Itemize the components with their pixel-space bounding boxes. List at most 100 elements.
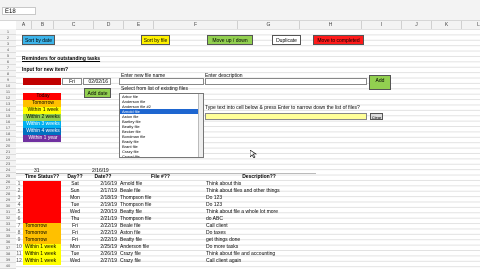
cell-desc[interactable]: Think about files and other things — [204, 188, 314, 195]
cell-date[interactable]: 2/17/19 — [89, 188, 117, 195]
cell-desc[interactable]: Do 123 — [204, 202, 314, 209]
cell-date[interactable]: 2/27/19 — [89, 258, 117, 265]
table-row[interactable]: 5 Wed 2/20/19 Beatty file Think about file a… — [16, 209, 326, 216]
cell-day[interactable]: Fri — [62, 230, 88, 237]
cell-status[interactable] — [23, 202, 61, 209]
cell-num[interactable]: 1 — [16, 181, 22, 188]
cell-file[interactable]: Beale file — [118, 223, 203, 230]
file-list-item[interactable]: Crowd file — [120, 154, 203, 157]
cell-file[interactable]: Beale file — [118, 188, 203, 195]
cell-desc[interactable]: Think about file and accounting — [204, 251, 314, 258]
column-header-J[interactable]: J — [402, 21, 432, 29]
column-header-D[interactable]: D — [94, 21, 124, 29]
cell-day[interactable]: Sat — [62, 181, 88, 188]
table-row[interactable]: 9 Tomorrow Fri 2/22/19 Beatty file get things… — [16, 237, 326, 244]
cell-status[interactable]: Tomorrow — [23, 230, 61, 237]
column-header-E[interactable]: E — [124, 21, 154, 29]
new-file-name-input[interactable] — [119, 78, 204, 85]
cell-desc[interactable]: Think about file a whole lot more — [204, 209, 314, 216]
cell-day[interactable]: Wed — [62, 258, 88, 265]
cell-date[interactable]: 2/20/19 — [89, 209, 117, 216]
cell-status[interactable]: Tomorrow — [23, 223, 61, 230]
cell-date[interactable]: 2/18/19 — [89, 195, 117, 202]
cell-num[interactable]: 5 — [16, 209, 22, 216]
column-header-G[interactable]: G — [238, 21, 300, 29]
cell-status[interactable]: Within 1 week — [23, 244, 61, 251]
table-row[interactable]: 4 Tue 2/19/19 Thompson file Do 123 — [16, 202, 326, 209]
cell-date[interactable]: 2/26/19 — [89, 251, 117, 258]
cell-date[interactable]: 2/25/19 — [89, 244, 117, 251]
cell-date[interactable]: 2/22/19 — [89, 230, 117, 237]
cell-day[interactable]: Sun — [62, 188, 88, 195]
cell-desc[interactable]: get things done — [204, 237, 314, 244]
cell-num[interactable]: 9 — [16, 237, 22, 244]
cell-date[interactable]: 2/22/19 — [89, 237, 117, 244]
table-row[interactable]: 6 Thu 2/21/19 Thompson file do ABC — [16, 216, 326, 223]
cell-status[interactable]: Tomorrow — [23, 237, 61, 244]
column-header-B[interactable]: B — [32, 21, 54, 29]
cell-date[interactable]: 2/19/19 — [89, 202, 117, 209]
column-header-L[interactable]: L — [462, 21, 480, 29]
table-row[interactable]: 2 Sun 2/17/19 Beale file Think about files a… — [16, 188, 326, 195]
column-header-F[interactable]: F — [154, 21, 238, 29]
cell-desc[interactable]: Call client — [204, 223, 314, 230]
existing-files-listbox[interactable]: Arbor file Anderson file Anderson file #2 A… — [119, 93, 204, 158]
cell-file[interactable]: Arnold file — [118, 181, 203, 188]
column-header-K[interactable]: K — [432, 21, 462, 29]
move-up-down-button[interactable]: Move up / down — [207, 35, 253, 45]
cell-date[interactable]: 2/22/19 — [89, 223, 117, 230]
cell-status[interactable] — [23, 188, 61, 195]
table-row[interactable]: 12 Within 1 week Wed 2/27/19 Crazy file Call … — [16, 258, 326, 265]
cell-file[interactable]: Beatty file — [118, 237, 203, 244]
cell-desc[interactable]: Think about this — [204, 181, 314, 188]
cell-file[interactable]: Anderson file — [118, 244, 203, 251]
cell-file[interactable]: Thompson file — [118, 216, 203, 223]
new-description-input[interactable] — [205, 78, 367, 85]
cell-day[interactable]: Mon — [62, 195, 88, 202]
row-header-40[interactable]: 40 — [0, 263, 16, 269]
name-box[interactable]: E18 — [2, 7, 36, 15]
cell-num[interactable]: 8 — [16, 230, 22, 237]
cell-day[interactable]: Fri — [62, 223, 88, 230]
column-header-I[interactable]: I — [362, 21, 402, 29]
cell-desc[interactable]: Call client again — [204, 258, 314, 265]
cell-num[interactable]: 6 — [16, 216, 22, 223]
cell-status[interactable] — [23, 195, 61, 202]
listbox-scrollbar[interactable] — [198, 94, 203, 157]
cell-file[interactable]: Thompson file — [118, 195, 203, 202]
cell-day[interactable]: Mon — [62, 244, 88, 251]
table-row[interactable]: 3 Mon 2/18/19 Thompson file Do 123 — [16, 195, 326, 202]
duplicate-button[interactable]: Duplicate — [272, 35, 301, 45]
table-row[interactable]: 8 Tomorrow Fri 2/22/19 Aston file Do taxes — [16, 230, 326, 237]
cell-date[interactable]: 2/16/19 — [89, 181, 117, 188]
file-filter-input[interactable] — [205, 113, 367, 120]
cell-file[interactable]: Thompson file — [118, 202, 203, 209]
cell-date[interactable]: 2/21/19 — [89, 216, 117, 223]
cell-day[interactable]: Fri — [62, 237, 88, 244]
cell-num[interactable]: 2 — [16, 188, 22, 195]
cell-day[interactable]: Thu — [62, 216, 88, 223]
table-row[interactable]: 7 Tomorrow Fri 2/22/19 Beale file Call client — [16, 223, 326, 230]
cell-day[interactable]: Wed — [62, 209, 88, 216]
cell-file[interactable]: Aston file — [118, 230, 203, 237]
column-header-C[interactable]: C — [54, 21, 94, 29]
cell-status[interactable]: Within 1 week — [23, 258, 61, 265]
move-to-completed-button[interactable]: Move to completed — [313, 35, 364, 45]
cell-desc[interactable]: Do 123 — [204, 195, 314, 202]
cell-num[interactable]: 10 — [16, 244, 22, 251]
cell-num[interactable]: 12 — [16, 258, 22, 265]
add-date-button[interactable]: Add date — [84, 88, 111, 98]
cell-status[interactable]: Within 1 week — [23, 251, 61, 258]
cell-day[interactable]: Tue — [62, 202, 88, 209]
cell-num[interactable]: 4 — [16, 202, 22, 209]
cell-desc[interactable]: do ABC — [204, 216, 314, 223]
cell-num[interactable]: 11 — [16, 251, 22, 258]
clear-button[interactable]: Clear — [370, 113, 383, 120]
cell-num[interactable]: 7 — [16, 223, 22, 230]
cell-num[interactable]: 3 — [16, 195, 22, 202]
sort-by-date-button[interactable]: Sort by date — [22, 35, 55, 45]
new-item-day[interactable]: Fri — [62, 78, 82, 85]
cell-status[interactable] — [23, 181, 61, 188]
column-header-A[interactable]: A — [16, 21, 32, 29]
cell-file[interactable]: Crazy file — [118, 251, 203, 258]
